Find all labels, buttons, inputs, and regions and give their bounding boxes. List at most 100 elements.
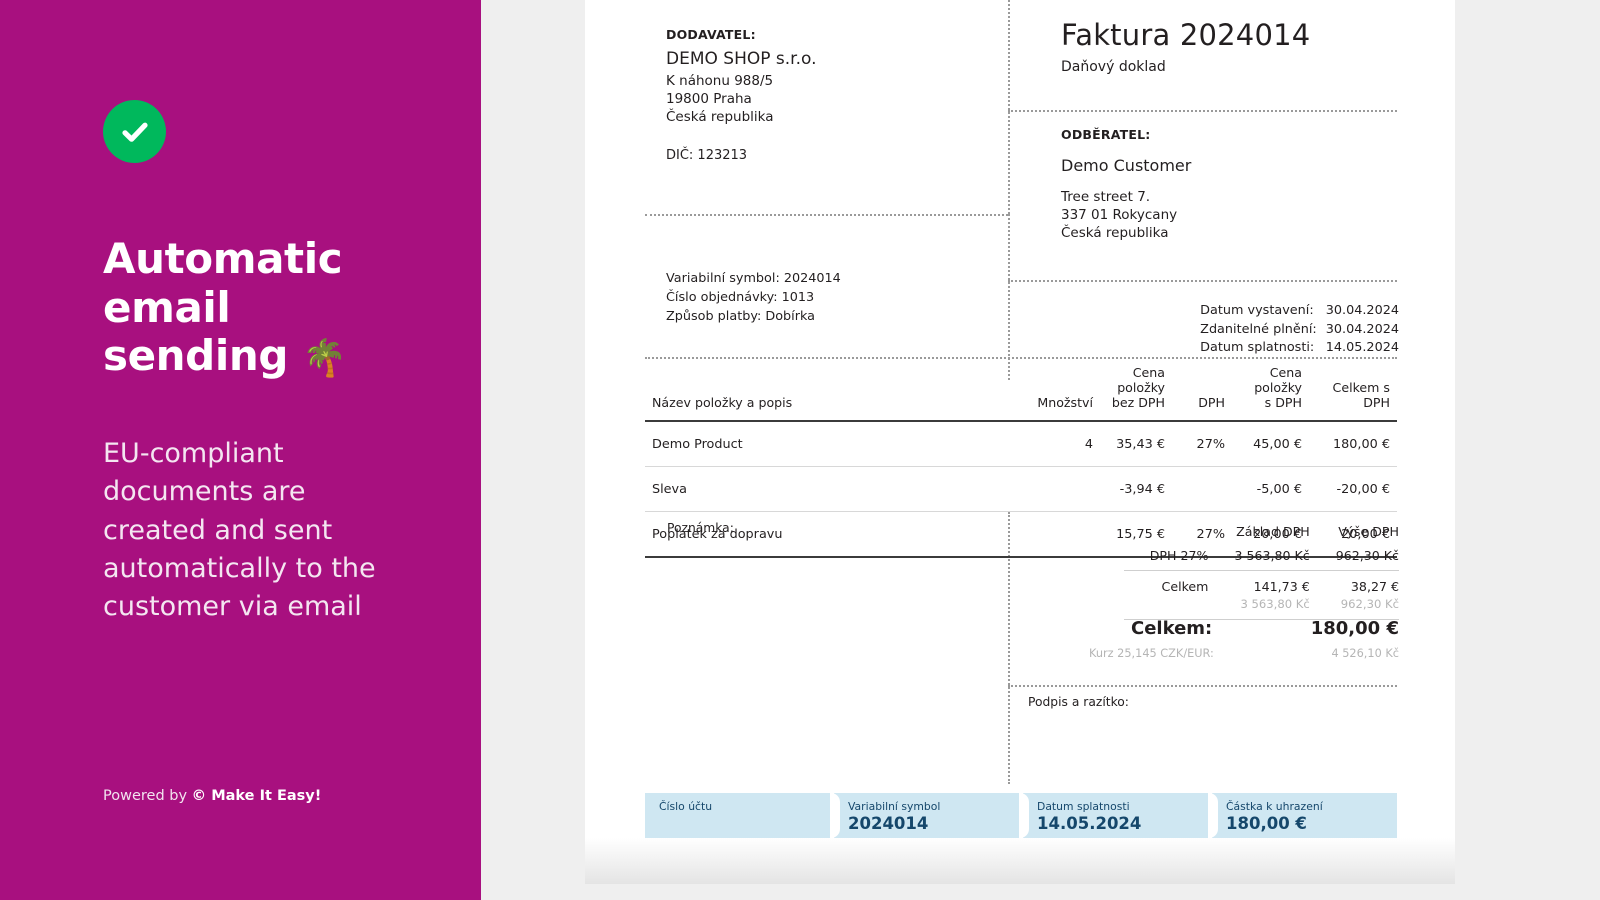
powered-by-label: Powered by — [103, 788, 192, 804]
divider-horizontal-supplier — [645, 214, 1008, 216]
row-0-quantity: 4 — [1084, 436, 1093, 452]
row-1-vat — [1173, 466, 1225, 511]
divider-vertical-top — [1008, 0, 1010, 214]
grand-total-block: Celkem: 180,00 € Kurz 25,145 CZK/EUR: 4 … — [1089, 618, 1399, 660]
customer-label: ODBĚRATEL: — [1061, 127, 1151, 142]
payment-label-amount: Částka k uhrazení — [1226, 800, 1323, 813]
supplier-label: DODAVATEL: — [666, 27, 756, 42]
row-0-unit-gross: 45,00 € — [1253, 436, 1302, 452]
table-header-row: Název položky a popis Množství Cena polo… — [645, 365, 1397, 421]
invoice-title: Faktura 2024014 — [1061, 18, 1311, 52]
summary-header-row: Základ DPH Výše DPH — [1124, 524, 1399, 548]
invoice-body: DODAVATEL: DEMO SHOP s.r.o. K náhonu 988… — [585, 0, 1455, 884]
col-header-total: Celkem s DPH — [1332, 379, 1390, 410]
date-value-taxable: 30.04.2024 — [1325, 321, 1399, 337]
promo-title-line-1: Automatic — [103, 234, 343, 283]
summary-total-label: Celkem — [1161, 579, 1209, 594]
grand-total-label: Celkem: — [1131, 618, 1213, 639]
date-row-due: Datum splatnosti: 14.05.2024 — [1200, 339, 1399, 358]
order-number-line: Číslo objednávky: 1013 — [666, 289, 815, 305]
payment-cell-variable-symbol: Variabilní symbol 2024014 — [830, 793, 1019, 838]
vat-summary-table: Základ DPH Výše DPH DPH 27% 3 563,80 Kč … — [1123, 524, 1399, 620]
note-label: Poznámka: — [667, 521, 734, 535]
row-0-vat: 27% — [1196, 436, 1225, 452]
promo-title: Automatic email sending 🌴 — [103, 234, 433, 381]
customer-address-line-2: 337 01 Rokycany — [1061, 207, 1178, 224]
col-header-quantity: Množství — [1037, 394, 1093, 410]
invoice-title-block: Faktura 2024014 Daňový doklad — [1061, 18, 1421, 75]
payment-label-variable-symbol: Variabilní symbol — [848, 800, 941, 813]
summary-col-spacer — [1124, 524, 1209, 548]
grand-total-value: 180,00 € — [1310, 618, 1399, 639]
invoice-page: DODAVATEL: DEMO SHOP s.r.o. K náhonu 988… — [585, 0, 1455, 884]
summary-vat-row: DPH 27% 3 563,80 Kč 962,30 Kč — [1123, 548, 1399, 571]
promo-title-line-2: email — [103, 282, 231, 332]
supplier-address-line-1: K náhonu 988/5 — [666, 73, 774, 89]
summary-vat-base: 3 563,80 Kč — [1208, 548, 1310, 571]
summary-vat-amount: 962,30 Kč — [1309, 548, 1399, 571]
payment-cell-amount: Částka k uhrazení 180,00 € — [1208, 793, 1397, 838]
col-header-description: Název položky a popis — [652, 394, 793, 410]
date-value-issue: 30.04.2024 — [1325, 303, 1399, 318]
promo-body-text: EU-compliant documents are created and s… — [103, 438, 376, 623]
summary-total-base: 141,73 € — [1253, 579, 1310, 594]
divider-horizontal-signature — [1008, 685, 1397, 687]
row-0-total: 180,00 € — [1333, 436, 1390, 452]
screen-root: Automatic email sending 🌴 EU-compliant d… — [0, 0, 1600, 900]
row-1-description: Sleva — [652, 481, 687, 497]
payment-label-due-date: Datum splatnosti — [1037, 800, 1130, 813]
payment-value-due-date: 14.05.2024 — [1037, 813, 1142, 833]
summary-header-amount: Výše DPH — [1338, 524, 1399, 539]
payment-cell-account: Číslo účtu — [645, 793, 830, 838]
supplier-name: DEMO SHOP s.r.o. — [666, 49, 817, 69]
variable-symbol-line: Variabilní symbol: 2024014 — [666, 271, 841, 286]
row-0-description: Demo Product — [652, 436, 743, 452]
summary-alt-spacer — [1123, 597, 1209, 620]
summary-header-base: Základ DPH — [1236, 524, 1310, 539]
date-row-issue: Datum vystavení: 30.04.2024 — [1200, 302, 1399, 321]
reference-block: Variabilní symbol: 2024014 Číslo objedná… — [666, 270, 841, 326]
supplier-address-line-2: 19800 Praha — [666, 90, 752, 107]
customer-address-line-1: Tree street 7. — [1061, 189, 1151, 205]
row-0-unit-net: 35,43 € — [1116, 436, 1165, 452]
date-row-taxable: Zdanitelné plnění: 30.04.2024 — [1200, 321, 1399, 340]
supplier-tax-id: DIČ: 123213 — [666, 147, 748, 163]
row-1-quantity — [999, 466, 1093, 511]
row-1-unit-net: -3,94 € — [1119, 481, 1165, 497]
supplier-address-line-3: Česká republika — [666, 108, 774, 125]
customer-address: Tree street 7. 337 01 Rokycany Česká rep… — [1061, 188, 1411, 243]
col-header-vat: DPH — [1198, 394, 1225, 410]
table-row: Demo Product 4 35,43 € 27% 45,00 € 180,0… — [645, 421, 1397, 467]
row-1-total: -20,00 € — [1336, 481, 1390, 497]
payment-label-account: Číslo účtu — [659, 800, 713, 813]
payment-value-variable-symbol: 2024014 — [848, 813, 929, 833]
summary-total-row: Celkem 141,73 € 38,27 € — [1124, 571, 1399, 598]
summary-alt-amount: 962,30 Kč — [1309, 597, 1399, 620]
date-label-issue: Datum vystavení: — [1200, 303, 1314, 318]
copyright-icon: © — [191, 788, 207, 804]
row-2-quantity — [999, 511, 1093, 557]
invoice-subtitle: Daňový doklad — [1061, 59, 1166, 75]
payment-value-amount: 180,00 € — [1226, 813, 1307, 833]
promo-footer: Powered by © Make It Easy! — [103, 788, 321, 804]
exchange-rate-label: Kurz 25,145 CZK/EUR: — [1089, 647, 1214, 660]
date-label-taxable: Zdanitelné plnění: — [1200, 321, 1317, 337]
divider-vertical-mid — [1008, 214, 1010, 380]
exchange-rate-row: Kurz 25,145 CZK/EUR: 4 526,10 Kč — [1089, 647, 1399, 660]
divider-horizontal-title — [1008, 110, 1397, 112]
promo-panel: Automatic email sending 🌴 EU-compliant d… — [0, 0, 481, 900]
supplier-address: K náhonu 988/5 19800 Praha Česká republi… — [666, 73, 996, 127]
dates-block: Datum vystavení: 30.04.2024 Zdanitelné p… — [1200, 302, 1399, 358]
summary-vat-label: DPH 27% — [1123, 548, 1209, 571]
summary-alt-currency-row: 3 563,80 Kč 962,30 Kč — [1123, 597, 1399, 620]
payment-summary-strip: Číslo účtu Variabilní symbol 2024014 Dat… — [645, 793, 1397, 838]
col-header-unit-net: Cena položky bez DPH — [1111, 365, 1165, 410]
palm-tree-icon: 🌴 — [302, 338, 347, 380]
signature-label: Podpis a razítko: — [1028, 695, 1129, 709]
row-1-unit-gross: -5,00 € — [1256, 481, 1302, 497]
customer-block: ODBĚRATEL: Demo Customer Tree street 7. … — [1061, 127, 1411, 243]
exchange-rate-value: 4 526,10 Kč — [1331, 647, 1399, 660]
table-row: Sleva -3,94 € -5,00 € -20,00 € — [645, 466, 1397, 512]
col-header-unit-gross: Cena položky s DPH — [1254, 365, 1302, 410]
customer-name: Demo Customer — [1061, 156, 1192, 175]
